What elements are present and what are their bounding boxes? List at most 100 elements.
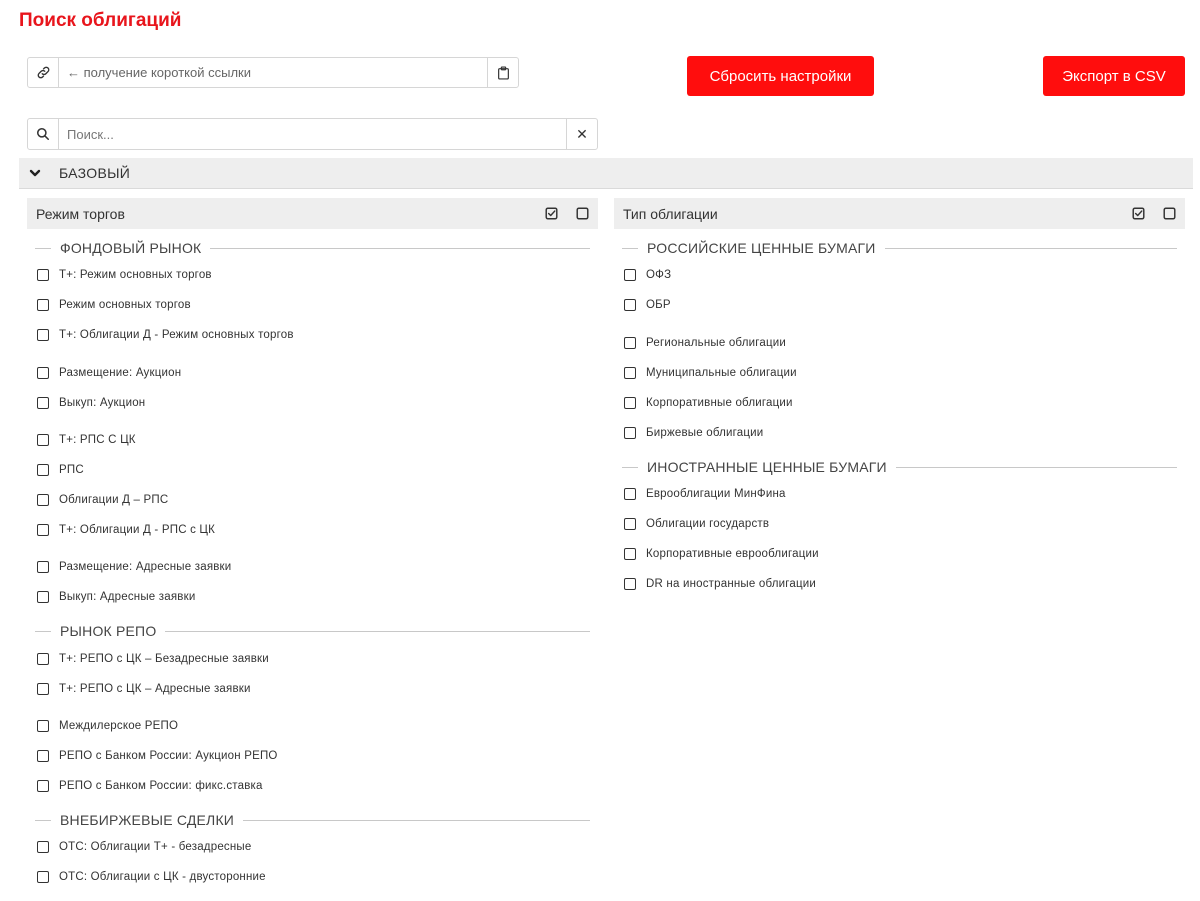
option-checkbox[interactable]: РЕПО с Банком России: фикс.ставка bbox=[37, 777, 263, 795]
option-label: Т+: Облигации Д - РПС с ЦК bbox=[59, 524, 216, 536]
option-label: ОТС: Облигации с ЦК - двусторонние bbox=[59, 871, 266, 883]
group-otc-deals: ВНЕБИРЖЕВЫЕ СДЕЛКИ bbox=[35, 811, 590, 829]
option-label: Междилерское РЕПО bbox=[59, 720, 179, 732]
group-title: ФОНДОВЫЙ РЫНОК bbox=[60, 240, 202, 256]
select-all-icon[interactable] bbox=[1123, 207, 1154, 220]
option-checkbox[interactable]: Биржевые облигации bbox=[624, 424, 763, 442]
group-foreign-securities: ИНОСТРАННЫЕ ЦЕННЫЕ БУМАГИ bbox=[622, 458, 1177, 476]
section-header-basic[interactable]: БАЗОВЫЙ bbox=[19, 158, 1193, 189]
group-russian-securities: РОССИЙСКИЕ ЦЕННЫЕ БУМАГИ bbox=[622, 239, 1177, 257]
option-checkbox[interactable]: Размещение: Адресные заявки bbox=[37, 558, 231, 576]
option-label: Биржевые облигации bbox=[646, 427, 764, 439]
divider bbox=[895, 466, 1177, 468]
checkbox-icon bbox=[37, 367, 49, 379]
checkbox-icon bbox=[37, 299, 49, 311]
option-checkbox[interactable]: РПС bbox=[37, 461, 84, 479]
option-checkbox[interactable]: ОБР bbox=[624, 296, 671, 314]
option-checkbox[interactable]: Еврооблигации МинФина bbox=[624, 485, 786, 503]
option-checkbox[interactable]: Корпоративные облигации bbox=[624, 394, 793, 412]
option-checkbox[interactable]: Междилерское РЕПО bbox=[37, 717, 178, 735]
checkbox-icon bbox=[37, 329, 49, 341]
divider bbox=[35, 247, 51, 249]
option-label: Выкуп: Аукцион bbox=[59, 397, 146, 409]
option-checkbox[interactable]: Муниципальные облигации bbox=[624, 364, 797, 382]
option-label: Корпоративные облигации bbox=[646, 397, 793, 409]
option-checkbox[interactable]: ОТС: Облигации с ЦК - двусторонние bbox=[37, 868, 266, 886]
deselect-all-icon[interactable] bbox=[1154, 207, 1185, 220]
group-title: РЫНОК РЕПО bbox=[60, 623, 157, 639]
trading-mode-panel-header: Режим торгов bbox=[27, 198, 598, 229]
group-title: ИНОСТРАННЫЕ ЦЕННЫЕ БУМАГИ bbox=[647, 459, 887, 475]
short-link-text: ← получение короткой ссылки bbox=[67, 65, 251, 80]
checkbox-icon bbox=[624, 367, 636, 379]
option-checkbox[interactable]: Облигации государств bbox=[624, 515, 769, 533]
checkbox-icon bbox=[37, 841, 49, 853]
chevron-down-icon bbox=[19, 169, 51, 178]
option-label: ОБР bbox=[646, 299, 671, 311]
option-checkbox[interactable]: ОТС: Облигации Т+ - безадресные bbox=[37, 838, 251, 856]
divider bbox=[622, 247, 638, 249]
checkbox-icon bbox=[37, 524, 49, 536]
checkbox-icon bbox=[37, 720, 49, 732]
bond-type-panel-header: Тип облигации bbox=[614, 198, 1185, 229]
checkbox-icon bbox=[624, 578, 636, 590]
option-label: Выкуп: Адресные заявки bbox=[59, 591, 196, 603]
option-checkbox[interactable]: DR на иностранные облигации bbox=[624, 575, 816, 593]
group-title: РОССИЙСКИЕ ЦЕННЫЕ БУМАГИ bbox=[647, 240, 876, 256]
option-checkbox[interactable]: Т+: РЕПО с ЦК – Безадресные заявки bbox=[37, 650, 269, 668]
option-checkbox[interactable]: Т+: Режим основных торгов bbox=[37, 266, 212, 284]
option-label: Режим основных торгов bbox=[59, 299, 191, 311]
option-checkbox[interactable]: Корпоративные еврооблигации bbox=[624, 545, 819, 563]
option-checkbox[interactable]: Т+: РЕПО с ЦК – Адресные заявки bbox=[37, 680, 251, 698]
group-title: ВНЕБИРЖЕВЫЕ СДЕЛКИ bbox=[60, 812, 235, 828]
divider bbox=[243, 819, 590, 821]
option-checkbox[interactable]: Т+: Облигации Д - Режим основных торгов bbox=[37, 326, 294, 344]
divider bbox=[622, 466, 638, 468]
divider bbox=[35, 630, 51, 632]
checkbox-icon bbox=[624, 397, 636, 409]
group-repo-market: РЫНОК РЕПО bbox=[35, 622, 590, 640]
search-input[interactable] bbox=[59, 119, 566, 149]
export-csv-button[interactable]: Экспорт в CSV bbox=[1043, 56, 1185, 96]
option-label: Т+: РЕПО с ЦК – Безадресные заявки bbox=[59, 653, 269, 665]
reset-settings-button[interactable]: Сбросить настройки bbox=[687, 56, 874, 96]
option-label: Т+: РЕПО с ЦК – Адресные заявки bbox=[59, 683, 251, 695]
option-checkbox[interactable]: Режим основных торгов bbox=[37, 296, 191, 314]
select-all-icon[interactable] bbox=[536, 207, 567, 220]
divider bbox=[210, 247, 590, 249]
section-title: БАЗОВЫЙ bbox=[59, 165, 131, 181]
option-checkbox[interactable]: Т+: Облигации Д - РПС с ЦК bbox=[37, 521, 215, 539]
option-checkbox[interactable]: Региональные облигации bbox=[624, 334, 786, 352]
option-checkbox[interactable]: Выкуп: Адресные заявки bbox=[37, 588, 195, 606]
checkbox-icon bbox=[37, 269, 49, 281]
option-checkbox[interactable]: Размещение: Аукцион bbox=[37, 364, 181, 382]
group-stock-market: ФОНДОВЫЙ РЫНОК bbox=[35, 239, 590, 257]
checkbox-icon bbox=[37, 750, 49, 762]
option-label: ОТС: Облигации Т+ - безадресные bbox=[59, 841, 252, 853]
option-label: Облигации государств bbox=[646, 518, 770, 530]
copy-icon[interactable] bbox=[487, 58, 518, 87]
checkbox-icon bbox=[37, 397, 49, 409]
checkbox-icon bbox=[624, 548, 636, 560]
divider bbox=[35, 819, 51, 821]
checkbox-icon bbox=[37, 871, 49, 883]
option-label: РПС bbox=[59, 464, 84, 476]
deselect-all-icon[interactable] bbox=[567, 207, 598, 220]
option-checkbox[interactable]: Т+: РПС С ЦК bbox=[37, 431, 136, 449]
option-checkbox[interactable]: Облигации Д – РПС bbox=[37, 491, 168, 509]
link-icon[interactable] bbox=[28, 58, 59, 87]
checkbox-icon bbox=[37, 683, 49, 695]
option-label: Еврооблигации МинФина bbox=[646, 488, 786, 500]
option-label: РЕПО с Банком России: фикс.ставка bbox=[59, 780, 263, 792]
checkbox-icon bbox=[37, 780, 49, 792]
option-checkbox[interactable]: Выкуп: Аукцион bbox=[37, 394, 145, 412]
checkbox-icon bbox=[37, 653, 49, 665]
page-title: Поиск облигаций bbox=[19, 10, 182, 31]
option-checkbox[interactable]: ОФЗ bbox=[624, 266, 671, 284]
checkbox-icon bbox=[624, 488, 636, 500]
clear-search-icon[interactable]: ✕ bbox=[566, 119, 597, 149]
option-label: Размещение: Адресные заявки bbox=[59, 561, 232, 573]
divider bbox=[165, 630, 590, 632]
option-checkbox[interactable]: РЕПО с Банком России: Аукцион РЕПО bbox=[37, 747, 278, 765]
checkbox-icon bbox=[37, 591, 49, 603]
